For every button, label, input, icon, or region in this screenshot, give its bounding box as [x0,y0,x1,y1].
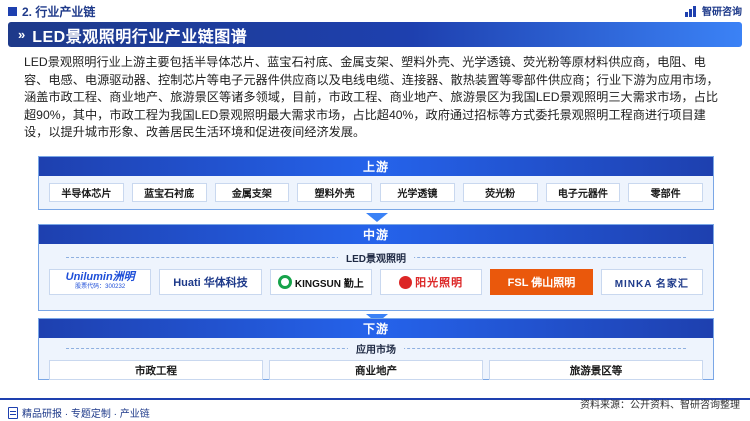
midstream-sub-label: LED景观照明 [65,249,687,265]
downstream-item: 市政工程 [49,360,263,380]
upstream-panel: 上游 半导体芯片 蓝宝石衬底 金属支架 塑料外壳 光学透镜 荧光粉 电子元器件 … [38,156,714,210]
upstream-header: 上游 [39,157,713,176]
downstream-header: 下游 [39,319,713,338]
company-logos: Unilumin洲明 股票代码：300232 Huati 华体科技 KINGSU… [39,265,713,295]
kingsun-logo: KINGSUN 勤上 [269,269,372,295]
banner-title: LED景观照明行业产业链图谱 [32,28,248,46]
downstream-panel: 下游 应用市场 市政工程 商业地产 旅游景区等 [38,318,714,380]
unilumin-name: Unilumin洲明 [65,271,135,283]
huati-logo: Huati 华体科技 [159,269,262,295]
minka-name: MINKA 名家汇 [614,278,689,290]
unilumin-logo: Unilumin洲明 股票代码：300232 [49,269,152,295]
source-note: 资料来源：公开资料、智研咨询整理 [580,400,740,411]
fsl-name: FSL 佛山照明 [507,277,576,289]
upstream-item: 半导体芯片 [49,183,124,202]
fsl-logo: FSL 佛山照明 [490,269,593,295]
upstream-item: 金属支架 [214,183,290,202]
upstream-items: 半导体芯片 蓝宝石衬底 金属支架 塑料外壳 光学透镜 荧光粉 电子元器件 零部件 [39,176,713,202]
square-bullet-icon [8,7,17,16]
upstream-item: 光学透镜 [380,183,455,202]
brand-bars-icon [685,5,699,17]
brand-logo: 智研咨询 [685,3,742,18]
downstream-items: 市政工程 商业地产 旅游景区等 [39,356,713,380]
downstream-item: 商业地产 [269,360,483,380]
upstream-item: 零部件 [628,183,703,202]
brand-name: 智研咨询 [702,7,742,18]
minka-logo: MINKA 名家汇 [600,269,703,295]
footer-left-text: 精品研报 · 专题定制 · 产业链 [22,409,150,420]
upstream-item: 蓝宝石衬底 [131,183,207,202]
title-banner: » LED景观照明行业产业链图谱 [8,22,742,47]
intro-paragraph: LED景观照明行业上游主要包括半导体芯片、蓝宝石衬底、金属支架、塑料外壳、光学透… [24,55,719,140]
upstream-item: 荧光粉 [462,183,538,202]
section-title: 2. 行业产业链 [8,3,95,20]
kingsun-name: KINGSUN 勤上 [294,278,364,290]
document-icon [8,406,18,419]
yankon-sun-icon [399,275,413,289]
upstream-item: 电子元器件 [545,183,621,202]
midstream-sub-label-text: LED景观照明 [337,254,414,265]
double-chevron-icon: » [18,27,26,42]
section-title-text: 2. 行业产业链 [22,5,96,19]
yankon-logo: 阳光照明 [379,269,483,295]
downstream-sub-label-text: 应用市场 [347,345,404,356]
footer-left: 精品研报 · 专题定制 · 产业链 [8,405,150,420]
upstream-item: 塑料外壳 [297,183,372,202]
down-arrow-icon [366,213,388,222]
midstream-panel: 中游 LED景观照明 Unilumin洲明 股票代码：300232 Huati … [38,224,714,311]
unilumin-code: 股票代码：300232 [75,284,126,290]
yankon-name: 阳光照明 [415,277,464,289]
midstream-header: 中游 [39,225,713,244]
downstream-sub-label: 应用市场 [65,340,687,356]
top-bar: 2. 行业产业链 智研咨询 [0,0,750,22]
downstream-item: 旅游景区等 [489,360,703,380]
huati-name: Huati 华体科技 [173,277,248,289]
kingsun-circle-icon [277,275,292,289]
footer: 精品研报 · 专题定制 · 产业链 资料来源：公开资料、智研咨询整理 [0,398,750,421]
